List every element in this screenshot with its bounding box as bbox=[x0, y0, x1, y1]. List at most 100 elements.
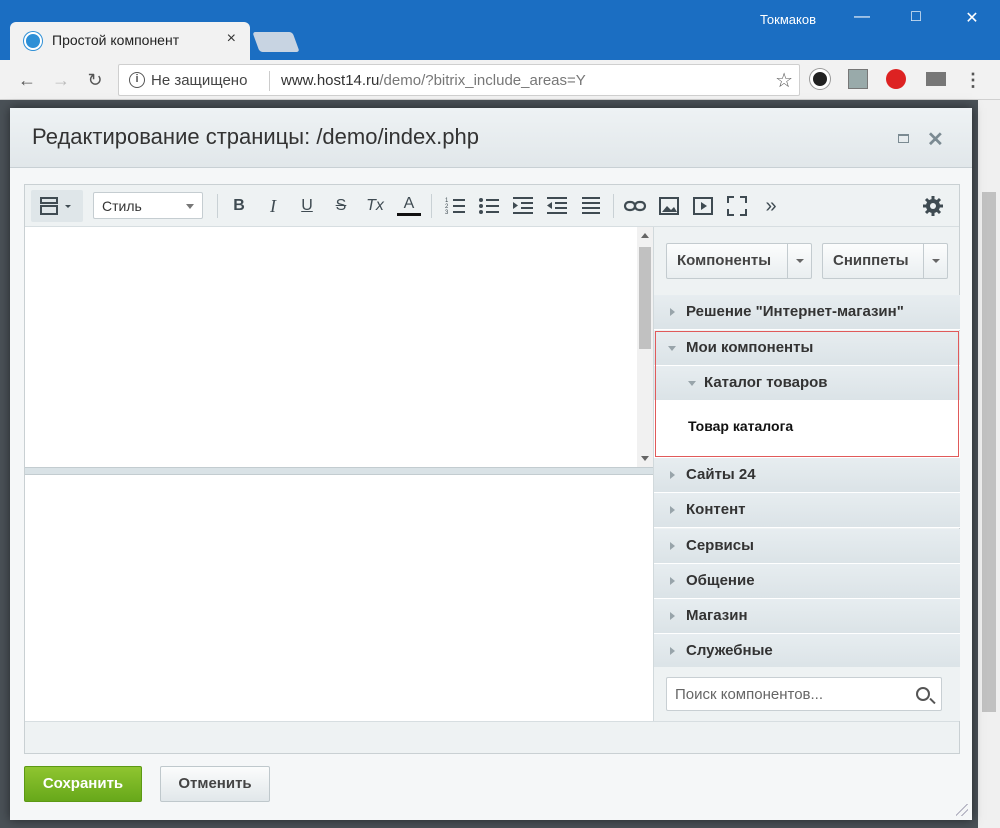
window-close-icon[interactable]: ✕ bbox=[958, 8, 986, 28]
underline-button[interactable]: U bbox=[295, 194, 319, 218]
chevron-down-icon[interactable] bbox=[923, 244, 947, 278]
tab-title: Простой компонент bbox=[52, 32, 180, 48]
tree-item-sites24[interactable]: Сайты 24 bbox=[654, 458, 960, 493]
tree-item-label: Сервисы bbox=[686, 537, 754, 554]
cancel-button[interactable]: Отменить bbox=[160, 766, 270, 802]
tree-item-label: Мои компоненты bbox=[686, 339, 814, 356]
scroll-down-icon[interactable] bbox=[641, 456, 649, 461]
browser-menu-icon[interactable]: ⋮ bbox=[962, 69, 984, 91]
view-mode-button[interactable] bbox=[31, 190, 83, 222]
minimize-icon[interactable]: — bbox=[848, 8, 876, 28]
new-tab-button[interactable] bbox=[252, 32, 300, 52]
extension-chat-icon[interactable] bbox=[926, 72, 946, 86]
settings-gear-icon[interactable] bbox=[921, 194, 945, 218]
component-search-input[interactable] bbox=[666, 677, 942, 711]
search-icon[interactable] bbox=[916, 687, 930, 701]
dialog-title: Редактирование страницы: /demo/index.php bbox=[32, 124, 479, 149]
toolbar-divider bbox=[431, 194, 432, 218]
tree-item-internet-shop[interactable]: Решение "Интернет-магазин" bbox=[654, 295, 960, 330]
tree-item-utility[interactable]: Служебные bbox=[654, 634, 960, 669]
components-tab-label: Компоненты bbox=[677, 252, 772, 269]
address-divider bbox=[269, 71, 270, 91]
outdent-icon[interactable] bbox=[545, 194, 569, 218]
svg-text:3: 3 bbox=[445, 210, 449, 216]
editor-scrollbar-thumb[interactable] bbox=[639, 247, 651, 349]
code-editor-area[interactable] bbox=[25, 475, 653, 721]
snippets-tab-label: Сниппеты bbox=[833, 252, 909, 269]
tree-item-label: Решение "Интернет-магазин" bbox=[686, 303, 904, 320]
caret-right-icon bbox=[670, 506, 675, 514]
italic-button[interactable]: I bbox=[261, 194, 285, 218]
url-text[interactable]: www.host14.ru/demo/?bitrix_include_areas… bbox=[281, 72, 586, 89]
dialog-header[interactable]: Редактирование страницы: /demo/index.php… bbox=[10, 108, 972, 168]
tree-item-label: Служебные bbox=[686, 642, 773, 659]
tree-item-catalog-product[interactable]: Товар каталога bbox=[654, 400, 960, 458]
bookmark-star-icon[interactable]: ☆ bbox=[775, 68, 793, 93]
browser-tab-active[interactable]: Простой компонент × bbox=[10, 22, 250, 60]
tree-item-communication[interactable]: Общение bbox=[654, 564, 960, 599]
bold-button[interactable]: B bbox=[227, 194, 251, 218]
extension-mask-icon[interactable] bbox=[810, 69, 830, 89]
maximize-icon[interactable]: □ bbox=[902, 8, 930, 28]
profile-name[interactable]: Токмаков bbox=[760, 12, 816, 27]
visual-editor-area[interactable] bbox=[25, 227, 653, 467]
editor-scrollbar[interactable] bbox=[637, 227, 653, 467]
video-icon[interactable] bbox=[691, 194, 715, 218]
more-tools-button[interactable]: » bbox=[759, 194, 783, 218]
extension-adblock-icon[interactable] bbox=[886, 69, 906, 89]
image-icon[interactable] bbox=[657, 194, 681, 218]
editor-toolbar: Стиль B I U S Tx A 123 » bbox=[25, 185, 959, 227]
page-scrollbar[interactable] bbox=[978, 100, 1000, 828]
align-justify-icon[interactable] bbox=[579, 194, 603, 218]
browser-toolbar: ← → ↻ i Не защищено www.host14.ru/demo/?… bbox=[0, 60, 1000, 100]
tree-item-content[interactable]: Контент bbox=[654, 493, 960, 528]
info-icon[interactable]: i bbox=[129, 72, 145, 88]
page-scrollbar-thumb[interactable] bbox=[982, 192, 996, 712]
tree-item-label: Контент bbox=[686, 501, 746, 518]
save-button[interactable]: Сохранить bbox=[24, 766, 142, 802]
caret-down-icon bbox=[668, 346, 676, 351]
ordered-list-icon[interactable]: 123 bbox=[443, 194, 467, 218]
chevron-down-icon[interactable] bbox=[787, 244, 811, 278]
clear-format-button[interactable]: Tx bbox=[363, 194, 387, 218]
edit-page-dialog: Редактирование страницы: /demo/index.php… bbox=[10, 108, 972, 820]
fullscreen-icon[interactable] bbox=[725, 194, 749, 218]
toolbar-divider bbox=[217, 194, 218, 218]
bullet-list-icon[interactable] bbox=[477, 194, 501, 218]
font-color-button[interactable]: A bbox=[397, 194, 421, 216]
strikethrough-button[interactable]: S bbox=[329, 194, 353, 218]
indent-icon[interactable] bbox=[511, 194, 535, 218]
tree-item-catalog[interactable]: Каталог товаров bbox=[654, 366, 960, 401]
caret-down-icon bbox=[688, 381, 696, 386]
dialog-close-icon[interactable]: ✕ bbox=[927, 127, 944, 152]
components-tab-button[interactable]: Компоненты bbox=[666, 243, 812, 279]
tree-item-my-components[interactable]: Мои компоненты bbox=[654, 331, 960, 366]
snippets-tab-button[interactable]: Сниппеты bbox=[822, 243, 948, 279]
back-arrow-icon[interactable]: ← bbox=[16, 69, 38, 91]
security-status[interactable]: Не защищено bbox=[151, 72, 247, 89]
editor-splitter[interactable] bbox=[25, 467, 653, 475]
caret-right-icon bbox=[670, 612, 675, 620]
resize-grip-icon[interactable] bbox=[956, 804, 968, 816]
caret-right-icon bbox=[670, 577, 675, 585]
caret-right-icon bbox=[670, 308, 675, 316]
tree-item-services[interactable]: Сервисы bbox=[654, 529, 960, 564]
style-select-value: Стиль bbox=[102, 198, 142, 214]
forward-arrow-icon[interactable]: → bbox=[50, 69, 72, 91]
toolbar-divider bbox=[613, 194, 614, 218]
caret-right-icon bbox=[670, 471, 675, 479]
dialog-maximize-icon[interactable] bbox=[898, 134, 909, 143]
link-icon[interactable] bbox=[623, 194, 647, 218]
tab-close-icon[interactable]: × bbox=[227, 30, 236, 48]
caret-right-icon bbox=[670, 647, 675, 655]
tree-item-label: Товар каталога bbox=[688, 418, 794, 434]
view-mode-icon bbox=[40, 197, 71, 215]
scroll-up-icon[interactable] bbox=[641, 233, 649, 238]
style-select[interactable]: Стиль bbox=[93, 192, 203, 219]
address-bar[interactable]: i Не защищено www.host14.ru/demo/?bitrix… bbox=[118, 64, 800, 96]
html-editor: Стиль B I U S Tx A 123 » Компоненты Снип… bbox=[24, 184, 960, 754]
extension-grid-icon[interactable] bbox=[848, 69, 868, 89]
tree-item-shop[interactable]: Магазин bbox=[654, 599, 960, 634]
component-search bbox=[654, 667, 960, 721]
reload-icon[interactable]: ↻ bbox=[84, 69, 106, 91]
